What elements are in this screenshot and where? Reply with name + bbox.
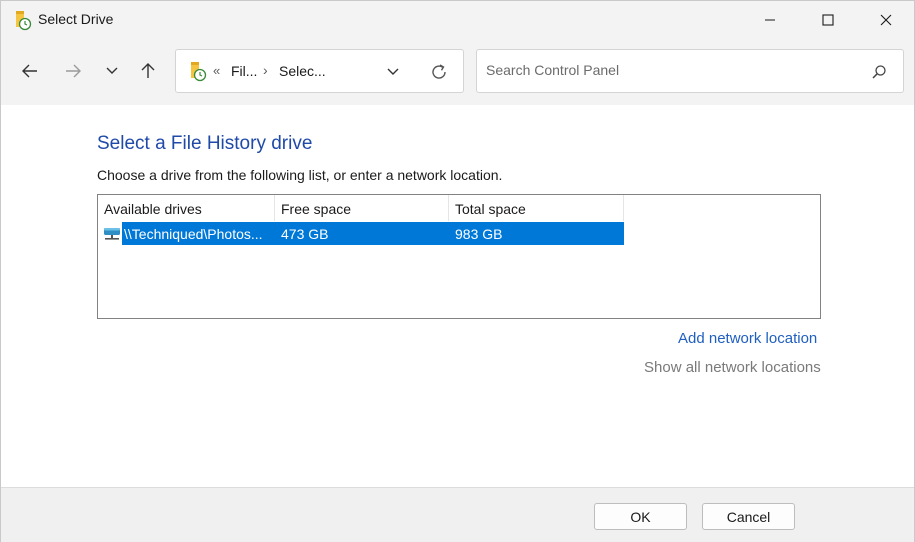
select-drive-window: Select Drive « Fil... › Selec... Search … [0, 0, 915, 542]
chevron-down-icon [106, 67, 118, 74]
breadcrumb-separator[interactable]: › [263, 62, 268, 78]
minimize-button[interactable] [741, 1, 799, 39]
minimize-icon [765, 19, 775, 21]
column-header-free-space[interactable]: Free space [275, 195, 449, 221]
close-icon [880, 14, 892, 26]
column-header-available-drives[interactable]: Available drives [98, 195, 275, 221]
column-header-total-space[interactable]: Total space [449, 195, 624, 221]
refresh-icon [432, 64, 446, 79]
window-title: Select Drive [38, 11, 114, 27]
arrow-left-icon [22, 64, 37, 78]
network-drive-icon [103, 226, 121, 241]
up-button[interactable] [134, 57, 162, 85]
forward-button[interactable] [59, 57, 87, 85]
recent-locations-button[interactable] [98, 57, 126, 85]
back-button[interactable] [16, 57, 44, 85]
navigation-bar: « Fil... › Selec... [1, 39, 914, 105]
list-header: Available drives Free space Total space [98, 195, 624, 221]
breadcrumb-file-history[interactable]: Fil... [231, 63, 257, 79]
search-box[interactable] [476, 49, 904, 93]
close-button[interactable] [857, 1, 915, 39]
address-dropdown-button[interactable] [382, 62, 404, 82]
total-space-cell: 983 GB [455, 226, 503, 242]
title-bar[interactable]: Select Drive [1, 1, 914, 39]
drive-name-cell: \\Techniqued\Photos... [124, 226, 263, 242]
arrow-right-icon [66, 64, 81, 78]
file-history-icon [188, 60, 208, 82]
search-icon[interactable] [869, 62, 889, 82]
search-input[interactable] [486, 62, 856, 78]
maximize-button[interactable] [799, 1, 857, 39]
arrow-up-icon [141, 63, 155, 78]
cancel-button[interactable]: Cancel [702, 503, 795, 530]
show-all-network-locations-link[interactable]: Show all network locations [644, 359, 821, 376]
address-bar[interactable]: « Fil... › Selec... [175, 49, 464, 93]
drives-list[interactable]: Available drives Free space Total space … [97, 194, 821, 319]
free-space-cell: 473 GB [281, 226, 329, 242]
ok-button[interactable]: OK [594, 503, 687, 530]
page-title: Select a File History drive [97, 133, 313, 154]
file-history-icon [13, 9, 33, 31]
dialog-footer: OK Cancel [1, 487, 914, 542]
breadcrumb-select-drive[interactable]: Selec... [279, 63, 326, 79]
overflow-chevron[interactable]: « [213, 63, 220, 78]
chevron-down-icon [387, 68, 399, 75]
list-item[interactable]: \\Techniqued\Photos... 473 GB 983 GB [98, 222, 624, 245]
refresh-button[interactable] [427, 61, 451, 83]
maximize-icon [822, 14, 834, 26]
add-network-location-link[interactable]: Add network location [678, 330, 817, 347]
page-description: Choose a drive from the following list, … [97, 167, 503, 183]
